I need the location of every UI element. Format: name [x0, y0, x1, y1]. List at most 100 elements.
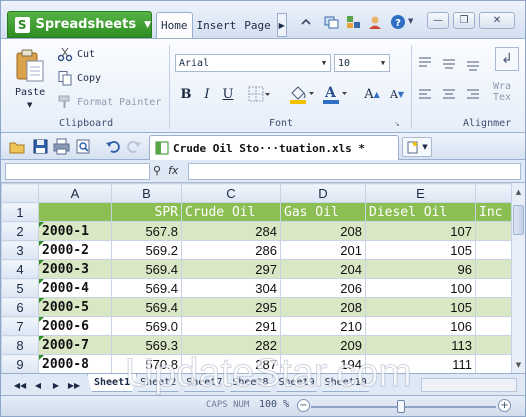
name-box[interactable] [5, 163, 150, 180]
column-header[interactable] [475, 183, 516, 203]
scroll-thumb[interactable] [513, 205, 524, 235]
app-menu-button[interactable]: S Spreadsheets ▼ [7, 11, 152, 38]
cell[interactable]: 2000-8 [38, 354, 112, 373]
cell[interactable]: 2000-3 [38, 259, 112, 279]
cell[interactable]: 282 [181, 335, 281, 355]
cell[interactable]: 194 [280, 354, 366, 373]
cell[interactable]: 2000-2 [38, 240, 112, 260]
cell[interactable]: Inc [475, 202, 516, 222]
next-sheet-icon[interactable]: ▶ [49, 378, 63, 392]
tabs-more-icon[interactable]: ▶ [276, 13, 287, 37]
cell[interactable]: 100 [365, 278, 476, 298]
cell[interactable]: 2000-6 [38, 316, 112, 336]
horizontal-align-icons[interactable] [417, 87, 489, 103]
sheet-tab[interactable]: Sheet9 [272, 374, 322, 392]
row-header[interactable]: 2 [1, 221, 39, 241]
cell[interactable]: 569.2 [111, 240, 182, 260]
cell[interactable]: 208 [280, 221, 366, 241]
cell[interactable]: 208 [280, 297, 366, 317]
cell[interactable]: 201 [280, 240, 366, 260]
font-color-icon[interactable]: A [321, 83, 349, 105]
cell[interactable]: 105 [365, 297, 476, 317]
cell[interactable] [38, 202, 112, 222]
vertical-align-icons[interactable] [417, 55, 489, 71]
tab-insert[interactable]: Insert [193, 12, 241, 38]
cell[interactable] [475, 278, 516, 298]
format-painter-button[interactable]: Format Painter [57, 94, 161, 110]
print-preview-icon[interactable] [75, 138, 92, 155]
cell[interactable]: 106 [365, 316, 476, 336]
row-header[interactable]: 9 [1, 354, 39, 373]
close-button[interactable]: ✕ [479, 12, 515, 29]
borders-icon[interactable] [247, 85, 271, 103]
cell[interactable]: 2000-1 [38, 221, 112, 241]
paste-button[interactable]: Paste ▼ [11, 49, 49, 115]
dialog-launcher-icon[interactable]: ↘ [394, 120, 400, 128]
fill-color-icon[interactable] [288, 83, 316, 105]
zoom-level[interactable]: 100 % [259, 399, 289, 410]
cell[interactable]: 2000-7 [38, 335, 112, 355]
grow-font-button[interactable]: A ▲ [361, 85, 383, 103]
cell[interactable] [475, 259, 516, 279]
help-dropdown-icon[interactable]: ▼ [408, 17, 413, 25]
cell[interactable] [475, 221, 516, 241]
horizontal-scrollbar[interactable] [421, 378, 517, 392]
row-header[interactable]: 7 [1, 316, 39, 336]
column-header[interactable]: C [181, 183, 281, 203]
font-name-select[interactable]: Arial ▼ [175, 54, 331, 72]
cell[interactable]: 569.4 [111, 297, 182, 317]
cell[interactable]: 291 [181, 316, 281, 336]
cell[interactable]: 2000-4 [38, 278, 112, 298]
cell[interactable]: Gas Oil [280, 202, 366, 222]
window-switch-icon[interactable] [323, 14, 339, 30]
font-size-select[interactable]: 10 ▼ [334, 54, 390, 72]
cell[interactable]: 567.8 [111, 221, 182, 241]
open-folder-icon[interactable] [9, 138, 26, 155]
cell[interactable]: 570.8 [111, 354, 182, 373]
cell[interactable]: 287 [181, 354, 281, 373]
copy-button[interactable]: Copy [57, 70, 101, 86]
sheet-tab[interactable]: Sheet1 [87, 374, 137, 392]
row-header[interactable]: 5 [1, 278, 39, 298]
cell[interactable]: SPR [111, 202, 182, 222]
row-header[interactable]: 8 [1, 335, 39, 355]
cell[interactable]: 206 [280, 278, 366, 298]
cell[interactable] [475, 316, 516, 336]
cut-button[interactable]: Cut [57, 46, 95, 62]
formula-input[interactable] [188, 163, 521, 180]
minimize-button[interactable]: — [427, 12, 449, 29]
first-sheet-icon[interactable]: ◀◀ [13, 378, 27, 392]
underline-button[interactable]: U [219, 85, 237, 103]
user-icon[interactable] [367, 14, 383, 30]
search-icon[interactable]: ⚲ [153, 164, 161, 177]
tab-page[interactable]: Page [240, 12, 275, 38]
row-header[interactable]: 1 [1, 202, 39, 222]
wrap-text-button[interactable]: ↲ Wra Tex [493, 47, 525, 119]
zoom-out-button[interactable]: − [297, 399, 310, 412]
cell[interactable] [475, 240, 516, 260]
cell[interactable]: 569.4 [111, 278, 182, 298]
cell[interactable]: 107 [365, 221, 476, 241]
new-tab-button[interactable]: ▼ [402, 137, 432, 157]
bold-button[interactable]: B [177, 85, 195, 103]
column-header[interactable]: A [38, 183, 112, 203]
vertical-scrollbar[interactable]: ▲ ▼ [511, 183, 525, 373]
prev-sheet-icon[interactable]: ◀ [31, 378, 45, 392]
cell[interactable]: 111 [365, 354, 476, 373]
last-sheet-icon[interactable]: ▶▶ [67, 378, 81, 392]
sheet-tab[interactable]: Sheet8 [225, 374, 275, 392]
cell[interactable]: 304 [181, 278, 281, 298]
cell[interactable]: 286 [181, 240, 281, 260]
scroll-up-icon[interactable]: ▲ [512, 185, 525, 198]
sheet-tab[interactable]: Sheet7 [179, 374, 229, 392]
zoom-slider-knob[interactable] [397, 400, 405, 413]
cell[interactable]: 210 [280, 316, 366, 336]
caret-up-icon[interactable] [298, 14, 314, 30]
sheet-tab[interactable]: Sheet2 [133, 374, 183, 392]
cell[interactable]: 295 [181, 297, 281, 317]
column-header[interactable]: D [280, 183, 366, 203]
cell[interactable]: 105 [365, 240, 476, 260]
cell[interactable]: 569.3 [111, 335, 182, 355]
row-header[interactable]: 3 [1, 240, 39, 260]
scroll-down-icon[interactable]: ▼ [512, 358, 525, 371]
